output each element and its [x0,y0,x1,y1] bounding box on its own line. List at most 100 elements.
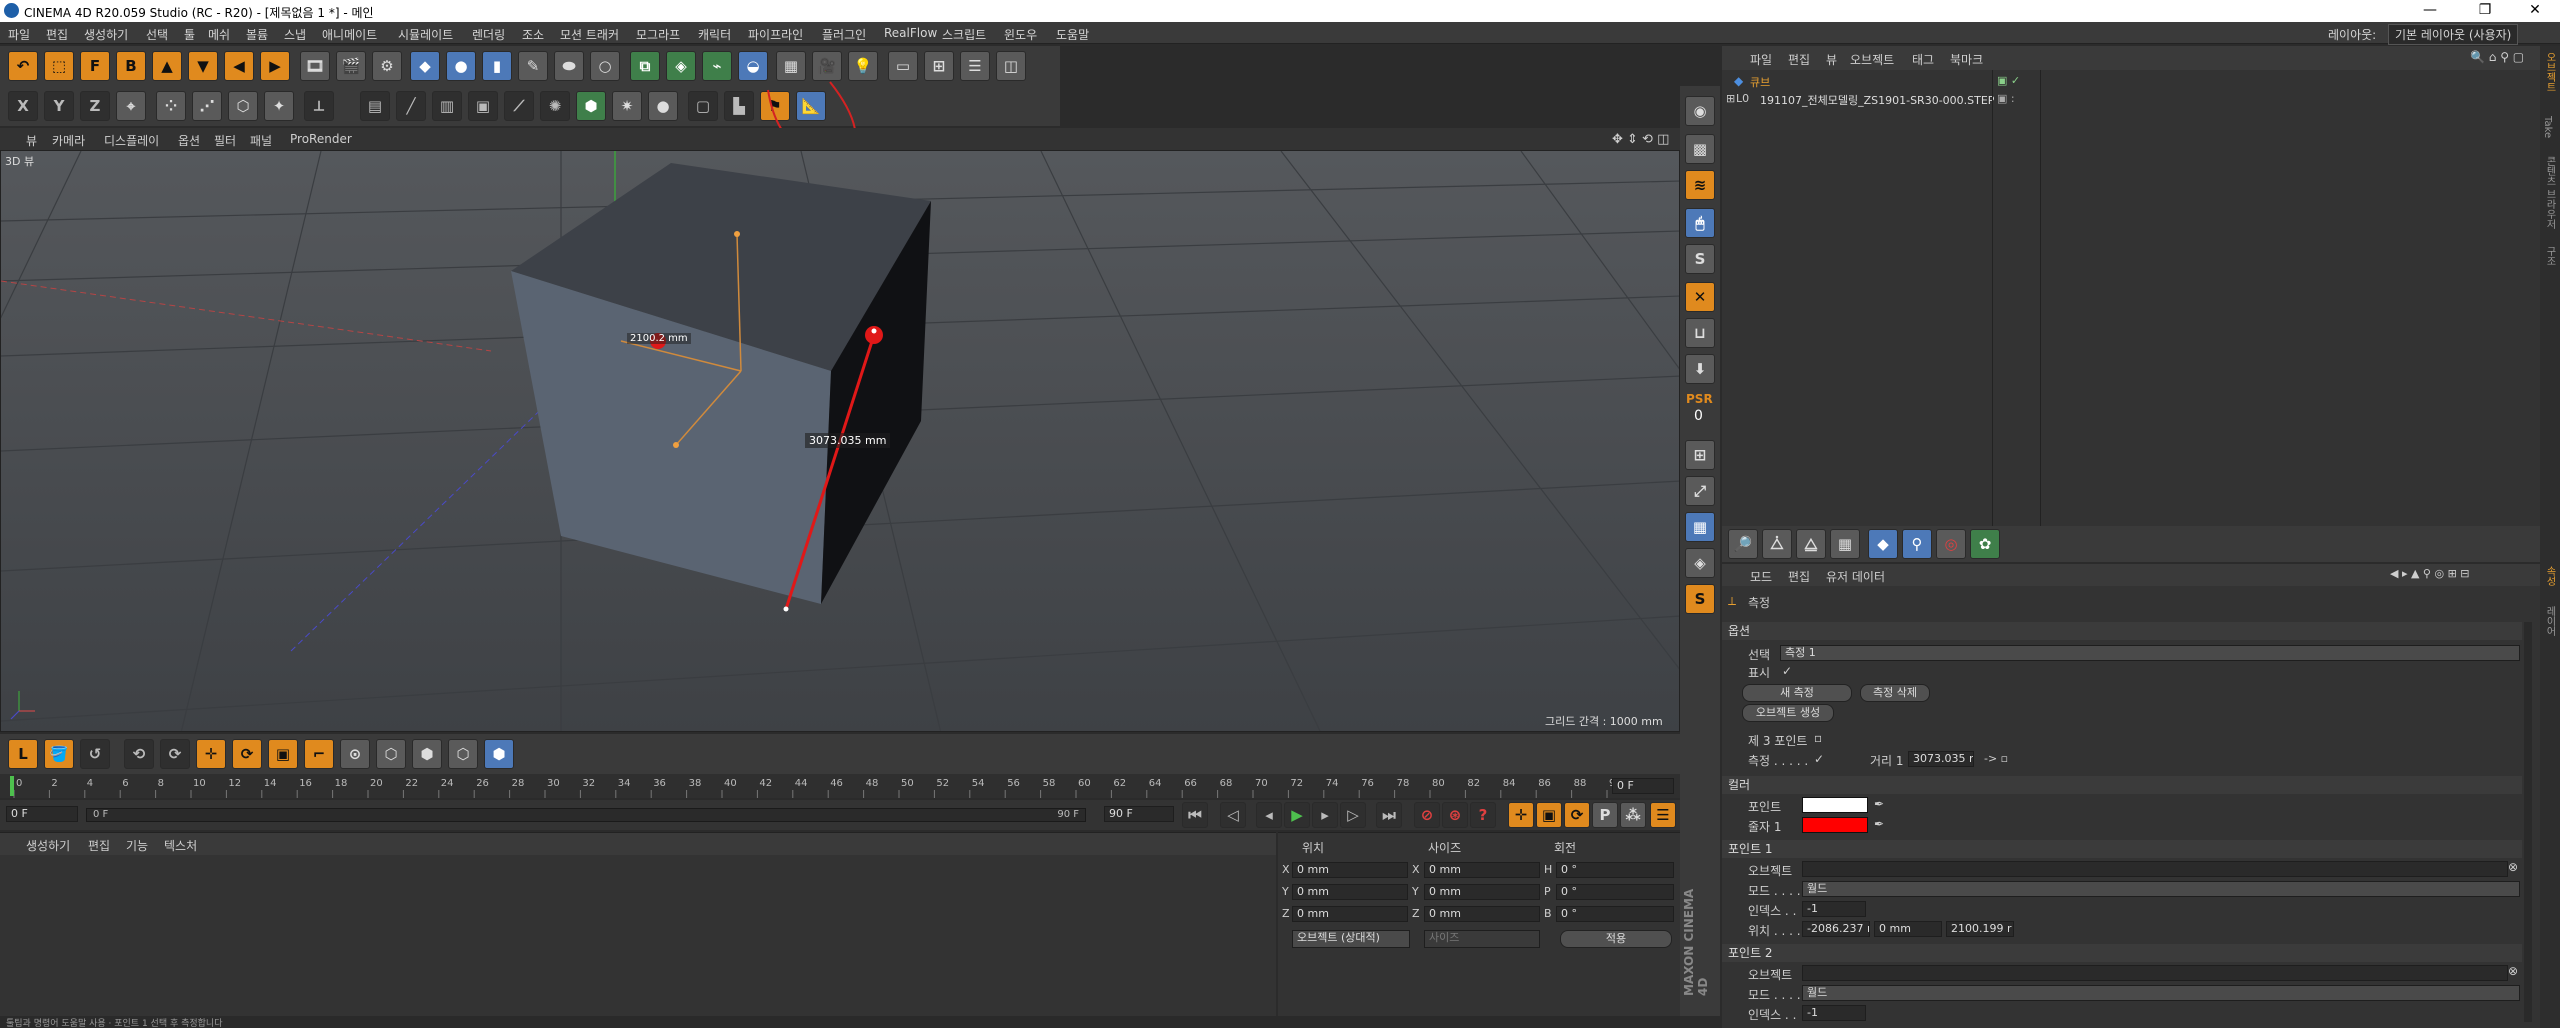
blue-cube-icon[interactable]: ◆ [1868,529,1898,559]
menu-file[interactable]: 파일 [8,26,30,43]
tab-structure[interactable]: 구조 [2542,246,2557,266]
two-view-vertical-icon[interactable]: ◫ [996,51,1026,81]
checker-icon[interactable]: ▩ [1685,134,1715,164]
visibility-check-icon[interactable]: ▣ ✓ [1997,74,2020,87]
eyedropper-icon[interactable]: ✒ [1874,797,1884,811]
box-select-icon[interactable]: ⬡ [376,739,406,769]
vp-menu-display[interactable]: 디스플레이 [104,132,159,149]
box-icon[interactable]: ▢ [688,91,718,121]
frame-range-slider[interactable]: 0 F 90 F [86,808,1086,822]
menu-plugins[interactable]: 플러그인 [822,26,866,43]
layout-select[interactable]: 기본 레이아웃 (사용자) [2388,24,2519,45]
om-menu-tag[interactable]: 태그 [1912,51,1934,68]
sphere-icon[interactable]: ● [446,51,476,81]
box-select-active-icon[interactable]: ⬢ [484,739,514,769]
menu-create[interactable]: 생성하기 [84,26,128,43]
brush-icon[interactable]: ⟋ [504,91,534,121]
live-selection-icon[interactable]: ⬚ [44,51,74,81]
size-y-field[interactable]: 0 mm [1424,884,1540,900]
vp-menu-options[interactable]: 옵션 [178,132,200,149]
menu-character[interactable]: 캐릭터 [698,26,731,43]
om-menu-object[interactable]: 오브젝트 [1850,51,1894,68]
am-menu-mode[interactable]: 모드 [1750,568,1772,585]
measure-magnify-icon[interactable]: 🔎 [1728,529,1758,559]
om-menu-edit[interactable]: 편집 [1788,51,1810,68]
subdivision-icon[interactable]: ◈ [666,51,696,81]
points-mode-icon[interactable]: ⁘ [156,91,186,121]
menu-sculpt[interactable]: 조소 [522,26,544,43]
prev-key-icon[interactable]: ◁ [1220,802,1246,828]
menu-simulate[interactable]: 시뮬레이트 [398,26,453,43]
point2-section[interactable]: 포인트 2 [1722,944,2522,962]
menu-mesh[interactable]: 메쉬 [208,26,230,43]
cylinder-icon[interactable]: ▮ [482,51,512,81]
om-menu-view[interactable]: 뷰 [1826,51,1837,68]
vp-menu-prorender[interactable]: ProRender [290,132,352,146]
point2-object-field[interactable] [1802,965,2508,981]
menu-select[interactable]: 선택 [146,26,168,43]
tab-objects[interactable]: 오브젝트 [2542,52,2557,92]
texture-grid-icon[interactable]: ▦ [1830,529,1860,559]
render-settings-icon[interactable]: ⚙ [372,51,402,81]
color-section[interactable]: 컬러 [1722,776,2522,794]
z-axis-icon[interactable]: Z [80,91,110,121]
play-icon[interactable]: ▶ [1284,802,1310,828]
circle-icon[interactable]: ○ [590,51,620,81]
axis-mode-icon[interactable]: ⟂ [304,91,334,121]
point1-section[interactable]: 포인트 1 [1722,840,2522,858]
bend-icon[interactable]: ⌁ [702,51,732,81]
3d-viewport[interactable]: 3D 뷰 3073.035 mm 2100.2 mm 그리드 간격 : 1000… [0,150,1680,732]
measure-checkbox[interactable]: ✓ [1814,752,1824,766]
model-mode-icon[interactable]: ✦ [264,91,294,121]
extrude-icon[interactable]: ⬬ [554,51,584,81]
timeline-ruler[interactable]: 0 2 4 6 8 10 12 14 16 18 20 22 24 26 28 30 32 34 36 38 40 42 4… [0,774,1680,798]
current-frame-field[interactable]: 0 F [1612,778,1674,794]
tab-attributes[interactable]: 속성 [2542,566,2557,586]
green-gear-icon[interactable]: ✿ [1970,529,2000,559]
menu-motion-tracker[interactable]: 모션 트래커 [560,26,619,43]
menu-window[interactable]: 윈도우 [1004,26,1037,43]
line1-color-swatch[interactable] [1802,817,1868,833]
key-position-icon[interactable]: ✛ [1508,802,1534,828]
disabled-tool-icon[interactable]: ↺ [80,739,110,769]
tab-take[interactable]: Take [2542,116,2553,138]
scale-icon[interactable]: B [116,51,146,81]
layer-stack-icon[interactable]: ≋ [1685,170,1715,200]
gizmo-point[interactable] [673,442,679,448]
arrow-right-icon[interactable]: ▶ [260,51,290,81]
four-view-icon[interactable]: ⊞ [924,51,954,81]
point-color-swatch[interactable] [1802,797,1868,813]
vp-menu-view[interactable]: 뷰 [26,132,37,149]
next-key-icon[interactable]: ▷ [1340,802,1366,828]
vp-menu-filter[interactable]: 필터 [214,132,236,149]
point2-index-field[interactable]: -1 [1802,1005,1866,1021]
render-picture-icon[interactable]: 🎬 [336,51,366,81]
goto-end-icon[interactable]: ⏭ [1376,802,1402,828]
shape-remove-icon[interactable]: ⧋ [1796,529,1826,559]
position-y-field[interactable]: 0 mm [1292,884,1408,900]
key-scale-icon[interactable]: ▣ [1536,802,1562,828]
options-section[interactable]: 옵션 [1722,622,2522,640]
om-search-icon[interactable]: 🔍 ⌂ ⚲ ▢ [2470,50,2524,64]
locked-workplane-icon[interactable]: ▣ [468,91,498,121]
box-select-icon[interactable]: ⬢ [412,739,442,769]
display-checkbox[interactable]: ✓ [1782,664,1792,678]
gizmo-point[interactable] [734,231,740,237]
menu-realflow[interactable]: RealFlow [884,26,937,40]
red-spiral-icon[interactable]: ◎ [1936,529,1966,559]
layers-icon[interactable]: ◈ [1685,548,1715,578]
wireframe-icon[interactable]: ▦ [1685,512,1715,542]
edges-mode-icon[interactable]: ⋰ [192,91,222,121]
om-menu-file[interactable]: 파일 [1750,51,1772,68]
tab-layers[interactable]: 레이어 [2542,606,2557,636]
visibility-icon[interactable]: ▣ : [1997,92,2015,105]
target-icon[interactable]: ⊗ [2508,964,2518,978]
rotation-b-field[interactable]: 0 ° [1556,906,1674,922]
distance-arrow[interactable]: -> ▫ [1984,752,2008,765]
two-view-horizontal-icon[interactable]: ☰ [960,51,990,81]
start-frame-field[interactable]: 0 F [6,806,78,822]
attribute-scrollbar[interactable] [2524,622,2532,1022]
apply-button[interactable]: 적용 [1560,930,1672,948]
am-nav-icons[interactable]: ◀ ▸ ▲ ⚲ ◎ ⊞ ⊟ [2390,567,2470,580]
expand-icon[interactable]: ⊞ [1726,92,1735,105]
